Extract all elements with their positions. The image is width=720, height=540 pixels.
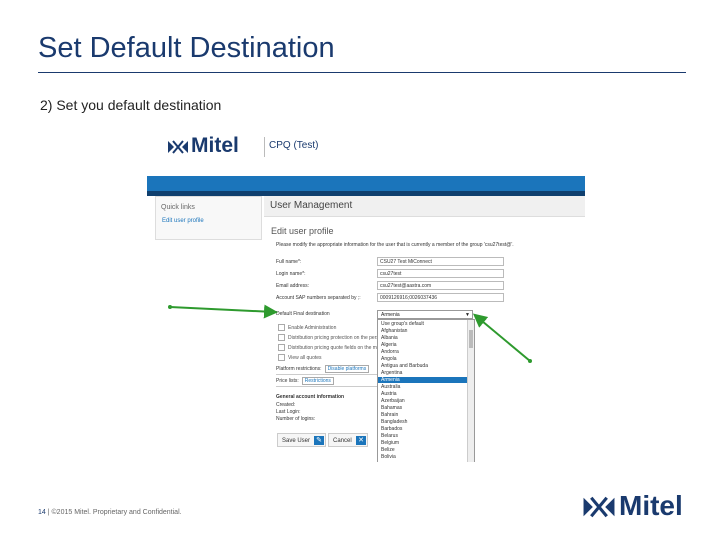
- mitel-footer-logo-icon: [583, 496, 615, 518]
- footer-logo-text: Mitel: [619, 490, 683, 521]
- arrow-to-label: [169, 304, 278, 319]
- arrow-tail-dot: [168, 305, 172, 309]
- slide-footer: 14 | ©2015 Mitel. Proprietary and Confid…: [38, 509, 182, 516]
- arrow-to-dropdown: [472, 313, 531, 362]
- copyright-text: ©2015 Mitel. Proprietary and Confidentia…: [51, 509, 182, 516]
- arrow-tail-dot: [528, 359, 532, 363]
- annotation-arrows: [168, 304, 532, 363]
- page-number: 14: [38, 509, 46, 516]
